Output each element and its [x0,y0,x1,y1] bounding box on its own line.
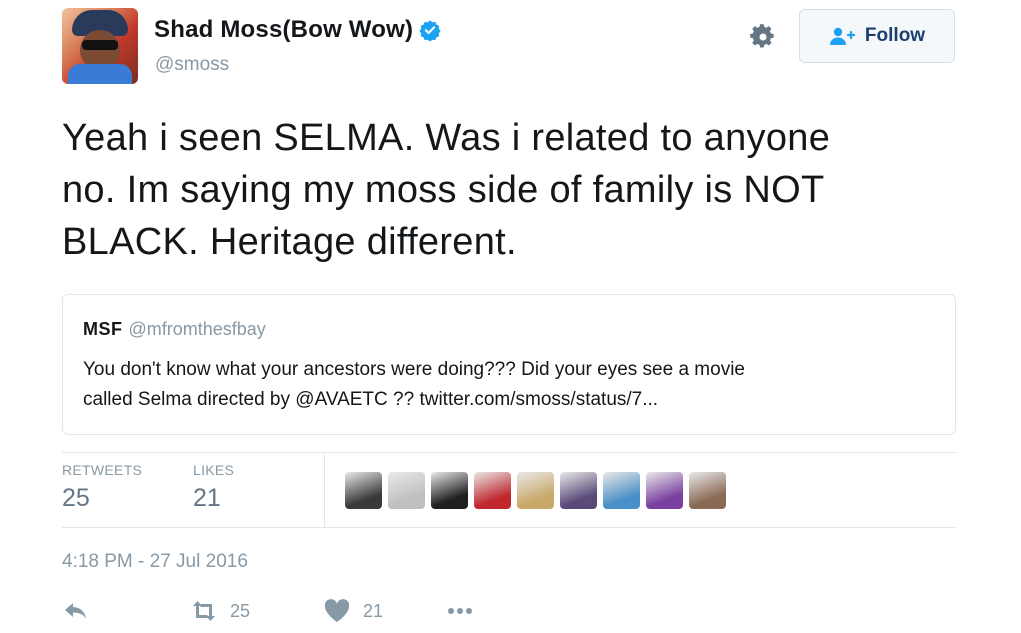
stats-bottom-divider [62,527,956,528]
likes-label: LIKES [193,462,235,478]
verified-badge-icon [419,20,441,41]
more-button[interactable] [446,598,474,624]
liker-avatar[interactable] [517,472,554,509]
like-button[interactable]: 21 [323,598,383,624]
liker-avatar[interactable] [603,472,640,509]
liker-avatar[interactable] [388,472,425,509]
quoted-tweet-header: MSF @mfromthesfbay [83,319,266,340]
more-icon [448,608,472,614]
tweet-text-line: BLACK. Heritage different. [62,221,517,263]
stats-top-divider [62,452,956,453]
likes-stat[interactable]: LIKES 21 [193,462,234,513]
liker-avatar[interactable] [345,472,382,509]
quoted-author-name: MSF [83,319,123,339]
author-handle[interactable]: @smoss [155,54,229,76]
liker-avatar[interactable] [689,472,726,509]
like-count: 21 [363,600,384,621]
avatar[interactable] [62,8,138,84]
retweets-count: 25 [62,484,90,512]
retweet-button[interactable]: 25 [190,598,250,624]
quoted-author-handle: @mfromthesfbay [128,319,266,339]
tweet-text-line: no. Im saying my moss side of family is … [62,169,825,211]
author-name-row[interactable]: Shad Moss(Bow Wow) [154,16,441,44]
quoted-text-line: You don't know what your ancestors were … [83,359,745,380]
retweets-label: RETWEETS [62,462,143,478]
avatar-sunglasses [82,40,118,50]
likers-avatars [345,472,726,509]
liker-avatar[interactable] [646,472,683,509]
quoted-tweet[interactable]: MSF @mfromthesfbay You don't know what yo… [62,294,956,435]
retweet-icon [193,601,215,621]
avatar-shirt [68,64,132,84]
follow-button[interactable]: Follow [799,9,955,63]
likes-count: 21 [193,484,221,512]
liker-avatar[interactable] [431,472,468,509]
quoted-text-line: called Selma directed by @AVAETC ?? twit… [83,389,659,410]
liker-avatar[interactable] [560,472,597,509]
liker-avatar[interactable] [474,472,511,509]
tweet-text-line: Yeah i seen SELMA. Was i related to anyo… [62,117,831,159]
quoted-tweet-text: You don't know what your ancestors were … [83,355,943,415]
stats-vertical-divider [324,453,325,527]
heart-icon [324,599,350,622]
tweet-timestamp[interactable]: 4:18 PM - 27 Jul 2016 [62,551,248,573]
author-display-name[interactable]: Shad Moss(Bow Wow) [154,16,413,44]
gear-icon[interactable] [748,22,778,52]
follow-button-label: Follow [864,25,926,46]
add-user-icon [829,27,855,45]
tweet-text: Yeah i seen SELMA. Was i related to anyo… [62,112,962,268]
retweets-stat[interactable]: RETWEETS 25 [62,462,142,513]
reply-icon [65,603,86,619]
retweet-count: 25 [230,600,251,621]
reply-button[interactable] [62,598,90,624]
